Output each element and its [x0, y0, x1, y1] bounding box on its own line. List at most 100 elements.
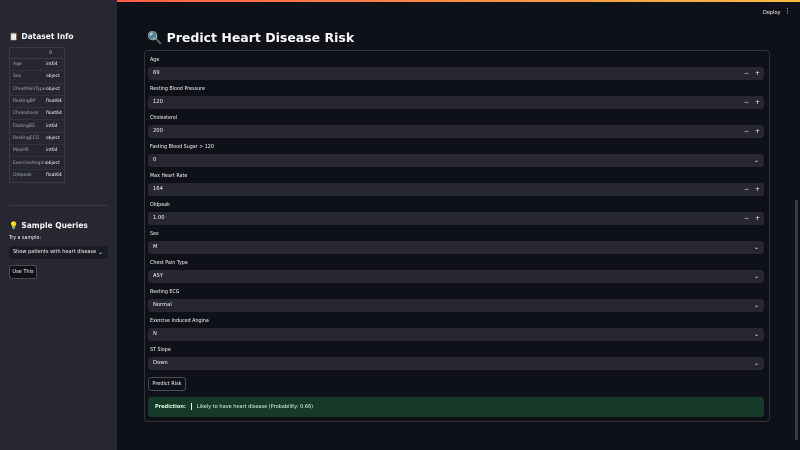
age-label: Age — [150, 58, 160, 63]
row-key: Oldpeak — [13, 173, 32, 179]
oldpeak-label: Oldpeak — [150, 203, 170, 208]
age-input[interactable]: 69 − + — [148, 67, 764, 80]
oldpeak-input[interactable]: 1.00 − + — [148, 212, 764, 225]
age-value: 69 — [153, 70, 160, 76]
row-value: float64 — [46, 111, 62, 117]
table-row: FastingBS int64 — [10, 120, 64, 133]
row-value: int64 — [46, 123, 58, 129]
row-value: object — [46, 135, 60, 141]
table-row: Sex object — [10, 71, 64, 84]
use-this-button[interactable]: Use This — [9, 265, 37, 279]
oldpeak-value: 1.00 — [153, 215, 165, 221]
chevron-down-icon: ⌄ — [753, 273, 759, 280]
resting-ecg-value: Normal — [153, 302, 172, 308]
sex-value: M — [153, 244, 158, 250]
scrollbar[interactable] — [795, 200, 798, 440]
resting-ecg-select[interactable]: Normal ⌄ — [148, 299, 764, 312]
resting-ecg-label: Resting ECG — [150, 290, 180, 295]
table-header-col: 0 — [49, 51, 52, 56]
chest-pain-label: Chest Pain Type — [150, 261, 188, 266]
cholesterol-value: 200 — [153, 128, 163, 134]
dataset-info-heading: 📋 Dataset Info — [9, 32, 74, 41]
prediction-label: Prediction: — [155, 404, 186, 410]
chevron-down-icon: ⌄ — [753, 302, 759, 309]
chevron-down-icon: ⌄ — [753, 331, 759, 338]
increment-button[interactable]: + — [755, 212, 760, 225]
chevron-down-icon: ⌄ — [97, 249, 103, 256]
chevron-down-icon: ⌄ — [753, 244, 759, 251]
max-hr-value: 164 — [153, 186, 163, 192]
sex-select[interactable]: M ⌄ — [148, 241, 764, 254]
row-key: Age — [13, 62, 22, 68]
table-header: 0 — [10, 48, 64, 59]
more-vertical-icon[interactable]: ⋮ — [784, 7, 791, 15]
table-row: Age int64 — [10, 59, 64, 72]
resting-bp-value: 120 — [153, 99, 163, 105]
resting-bp-input[interactable]: 120 − + — [148, 96, 764, 109]
row-key: FastingBS — [13, 123, 35, 129]
decrement-button[interactable]: − — [744, 212, 749, 225]
sample-queries-title: Sample Queries — [21, 221, 88, 230]
table-row: MaxHR int64 — [10, 145, 64, 158]
decrement-button[interactable]: − — [744, 183, 749, 196]
fasting-bs-value: 0 — [153, 157, 157, 163]
try-sample-label: Try a sample: — [9, 236, 42, 241]
predict-risk-button[interactable]: Predict Risk — [148, 377, 186, 391]
deploy-button[interactable]: Deploy — [763, 10, 781, 16]
row-key: ChestPainType — [13, 86, 46, 92]
magnifier-icon: 🔍 — [147, 30, 163, 45]
st-slope-value: Down — [153, 360, 168, 366]
top-decoration-bar — [0, 0, 800, 2]
table-row: ChestPainType object — [10, 84, 64, 96]
increment-button[interactable]: + — [755, 67, 760, 80]
dataset-info-title: Dataset Info — [21, 32, 74, 41]
st-slope-label: ST Slope — [150, 348, 171, 353]
row-value: int64 — [46, 62, 58, 68]
sample-query-value: Show patients with heart disease — [13, 249, 97, 255]
decrement-button[interactable]: − — [744, 67, 749, 80]
result-separator — [190, 403, 192, 410]
increment-button[interactable]: + — [755, 125, 760, 138]
table-row: RestingBP float64 — [10, 96, 64, 109]
prediction-text: Likely to have heart disease (Probabilit… — [196, 404, 314, 410]
increment-button[interactable]: + — [755, 183, 760, 196]
decrement-button[interactable]: − — [744, 125, 749, 138]
sample-query-select[interactable]: Show patients with heart disease ⌄ — [9, 246, 108, 259]
exercise-angina-value: N — [153, 331, 157, 337]
resting-bp-label: Resting Blood Pressure — [150, 87, 205, 92]
exercise-angina-select[interactable]: N ⌄ — [148, 328, 764, 341]
row-value: object — [46, 74, 60, 80]
table-row: RestingECG object — [10, 133, 64, 146]
row-key: MaxHR — [13, 148, 29, 154]
decrement-button[interactable]: − — [744, 96, 749, 109]
cholesterol-input[interactable]: 200 − + — [148, 125, 764, 138]
page-title-text: Predict Heart Disease Risk — [166, 30, 355, 45]
increment-button[interactable]: + — [755, 96, 760, 109]
clipboard-icon: 📋 — [9, 32, 19, 41]
chevron-down-icon: ⌄ — [753, 360, 759, 367]
chevron-down-icon: ⌄ — [753, 157, 759, 164]
row-value: object — [46, 86, 60, 92]
chest-pain-select[interactable]: ASY ⌄ — [148, 270, 764, 283]
exercise-angina-label: Exercise Induced Angina — [150, 319, 209, 324]
cholesterol-label: Cholesterol — [150, 116, 178, 121]
table-row: Cholesterol float64 — [10, 108, 64, 121]
dataset-dtypes-table[interactable]: 0 Age int64 Sex object ChestPainType object… — [9, 47, 65, 183]
page-title: 🔍 Predict Heart Disease Risk — [147, 30, 354, 46]
lightbulb-icon: 💡 — [9, 221, 19, 230]
row-key: Cholesterol — [13, 111, 39, 117]
row-key: ExerciseAngina — [13, 160, 48, 166]
row-value: float64 — [46, 173, 62, 179]
max-hr-label: Max Heart Rate — [150, 174, 188, 179]
fasting-bs-select[interactable]: 0 ⌄ — [148, 154, 764, 167]
row-value: object — [46, 160, 60, 166]
st-slope-select[interactable]: Down ⌄ — [148, 357, 764, 370]
chest-pain-value: ASY — [153, 273, 164, 279]
max-hr-input[interactable]: 164 − + — [148, 183, 764, 196]
prediction-result: Prediction: Likely to have heart disease … — [148, 397, 764, 417]
table-header-index — [10, 48, 37, 58]
row-value: int64 — [46, 148, 58, 154]
sidebar-divider — [9, 205, 108, 206]
fasting-bs-label: Fasting Blood Sugar > 120 — [150, 145, 214, 150]
sex-label: Sex — [150, 232, 159, 237]
